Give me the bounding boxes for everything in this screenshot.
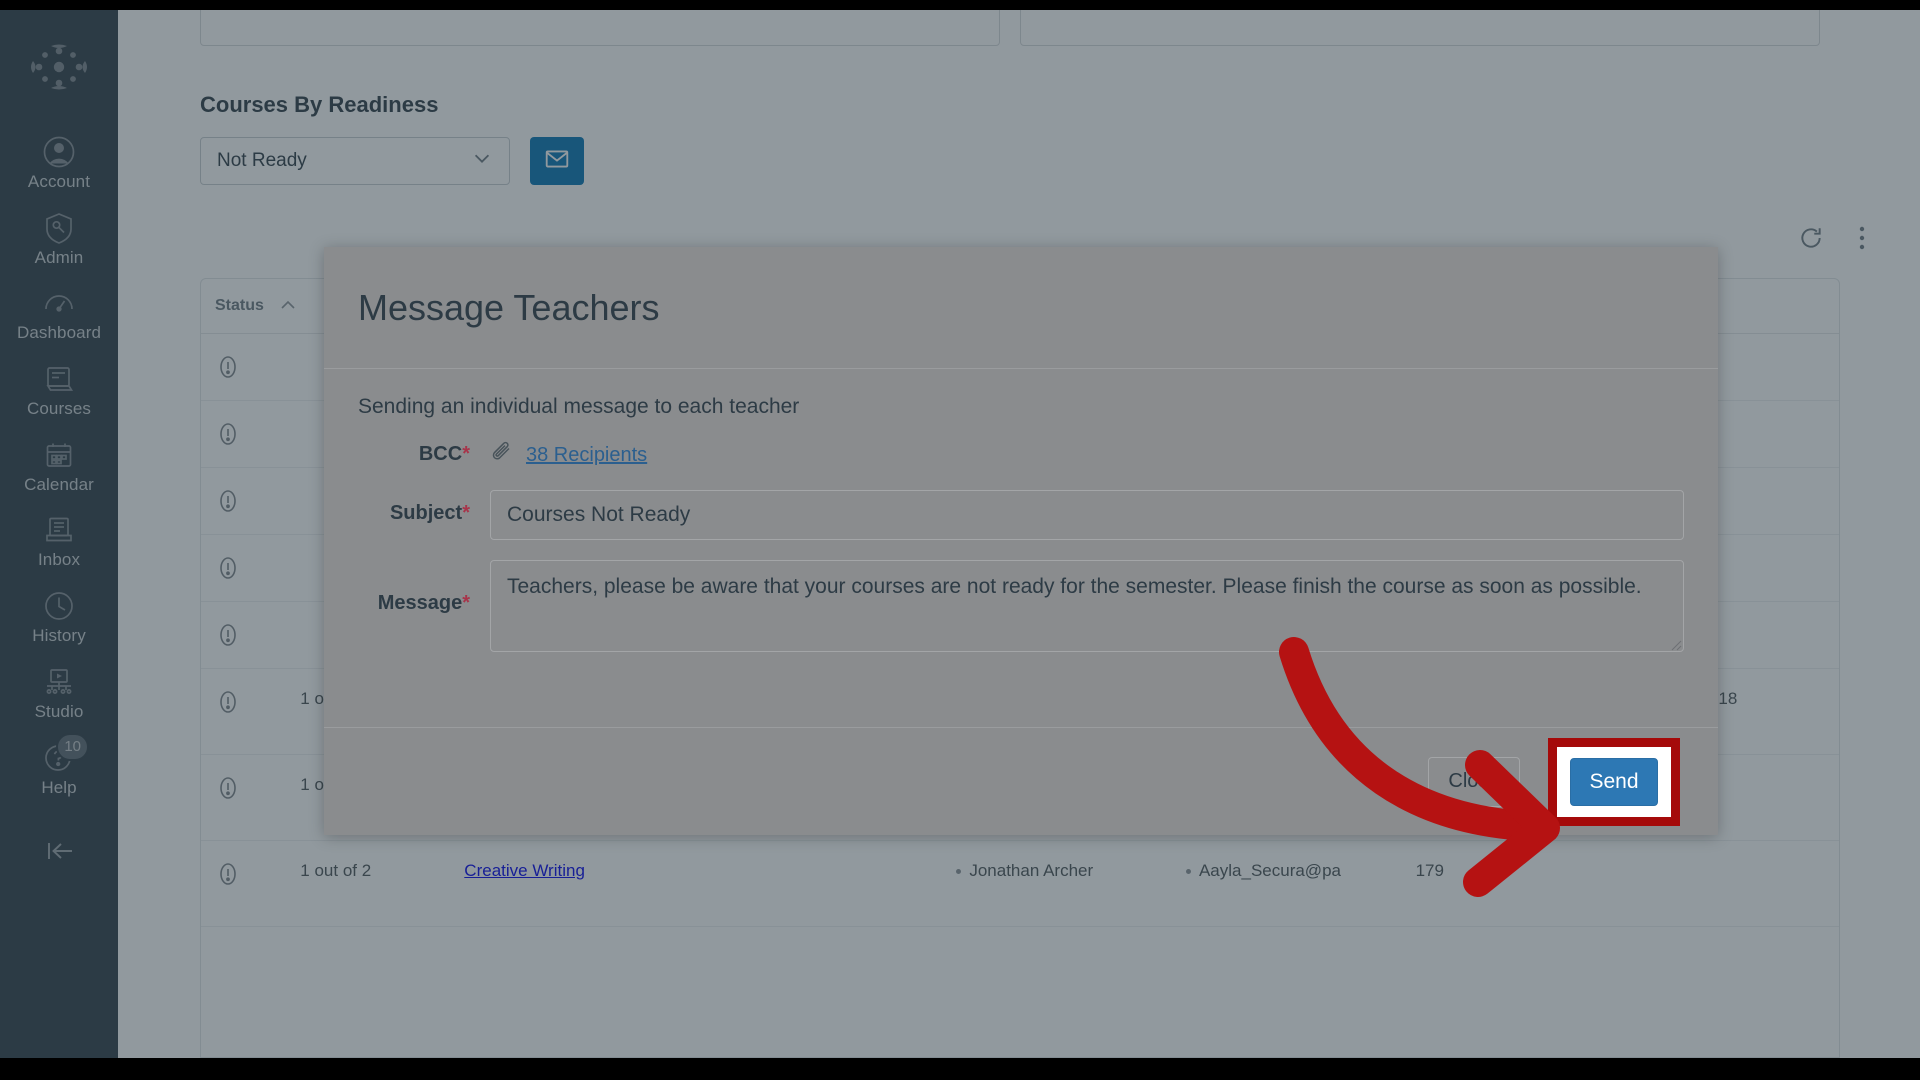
message-textarea[interactable] xyxy=(490,560,1684,652)
message-row: Message* xyxy=(358,560,1684,652)
subject-row: Subject* xyxy=(358,490,1684,540)
subject-input[interactable] xyxy=(490,490,1684,540)
message-teachers-modal: Message Teachers Sending an individual m… xyxy=(324,247,1718,835)
bcc-label-text: BCC xyxy=(418,443,463,465)
modal-body: Sending an individual message to each te… xyxy=(324,369,1718,727)
textarea-resize-grip[interactable] xyxy=(1668,637,1682,651)
subject-required-asterisk: * xyxy=(462,502,470,524)
subject-control xyxy=(470,490,1684,540)
bcc-required-asterisk: * xyxy=(462,443,470,465)
modal-intro-text: Sending an individual message to each te… xyxy=(358,395,800,418)
recipients-link[interactable]: 38 Recipients xyxy=(526,444,647,467)
subject-label: Subject* xyxy=(358,490,470,525)
paperclip-icon[interactable] xyxy=(490,441,514,470)
page-area: Courses By Readiness Not Ready xyxy=(0,10,1920,1058)
subject-label-text: Subject xyxy=(389,502,463,524)
close-button[interactable]: Close xyxy=(1428,756,1520,807)
send-button-highlight: Send xyxy=(1548,737,1680,826)
modal-header: Message Teachers xyxy=(324,247,1718,369)
bcc-row: BCC* 38 Recipients xyxy=(358,441,1684,470)
send-button[interactable]: Send xyxy=(1570,757,1658,806)
message-label-text: Message xyxy=(377,592,463,614)
bcc-control: 38 Recipients xyxy=(470,441,1684,470)
message-required-asterisk: * xyxy=(462,592,470,614)
modal-title: Message Teachers xyxy=(358,286,660,328)
message-label: Message* xyxy=(358,560,470,615)
screen-root: Courses By Readiness Not Ready xyxy=(0,0,1920,1080)
modal-footer: Close Send xyxy=(324,727,1718,835)
bcc-label: BCC* xyxy=(358,441,470,466)
message-control xyxy=(470,560,1684,652)
